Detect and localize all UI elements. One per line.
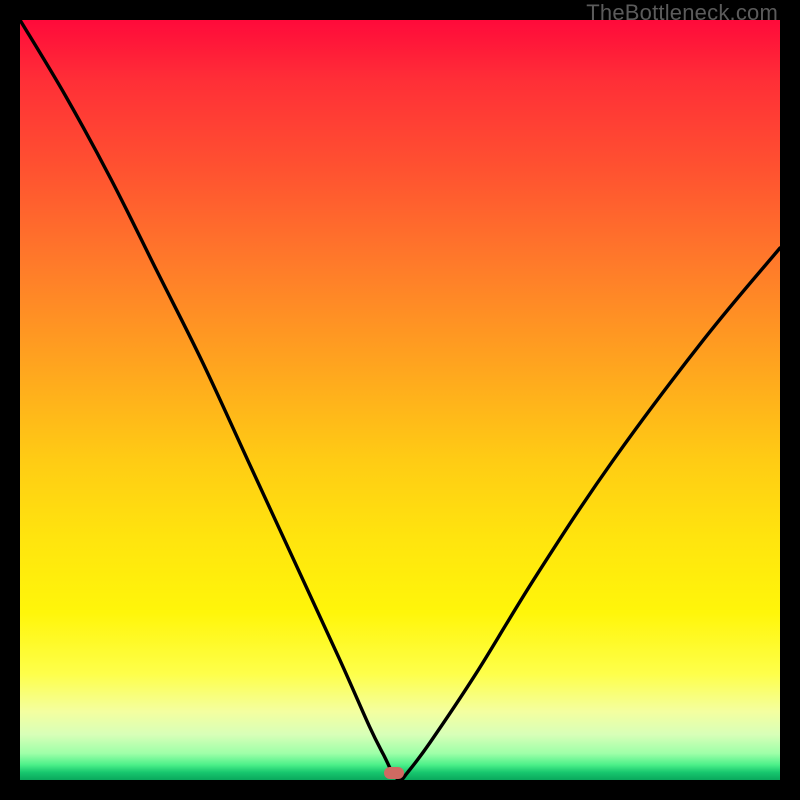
chart-frame: TheBottleneck.com [0,0,800,800]
curve-path [20,20,780,780]
minimum-marker [384,767,404,779]
bottleneck-curve [20,20,780,780]
plot-area [20,20,780,780]
